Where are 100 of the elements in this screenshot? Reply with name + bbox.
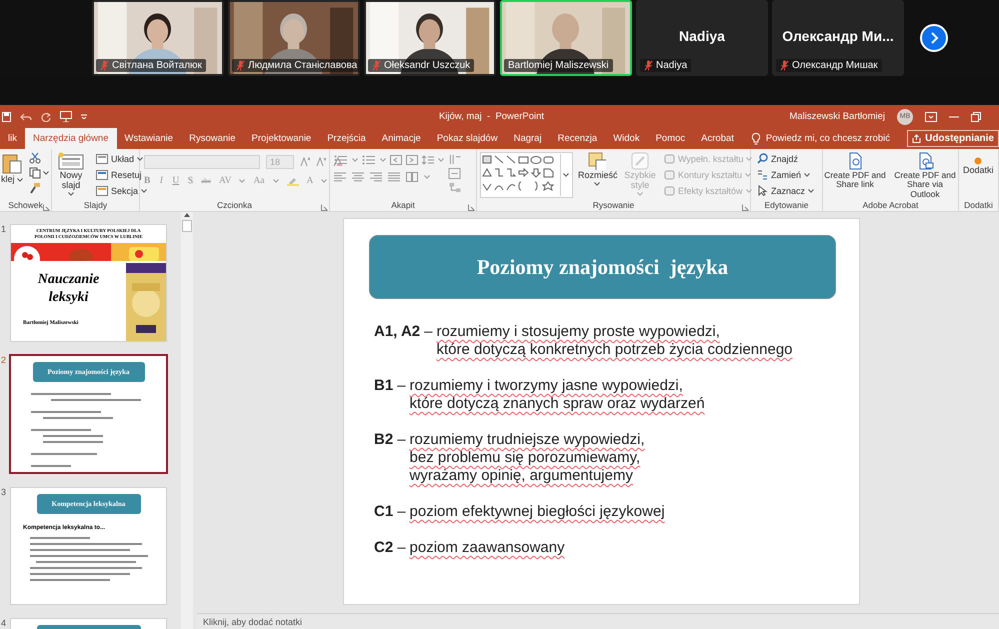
scissors-icon[interactable] xyxy=(28,152,41,164)
notes-field[interactable]: Kliknij, aby dodać notatki xyxy=(203,616,403,626)
copy-icon[interactable] xyxy=(28,167,41,179)
ribbon-tab[interactable]: lik xyxy=(0,128,25,149)
name-tag: Світлана Войталюк xyxy=(96,59,206,72)
justify-icon[interactable] xyxy=(388,172,400,182)
caret-icon xyxy=(141,188,148,192)
ribbon-tab[interactable]: Rysowanie xyxy=(181,128,244,149)
increase-indent-icon[interactable] xyxy=(406,155,418,165)
ribbon-tab[interactable]: Projektowanie xyxy=(244,128,320,149)
numbering-icon[interactable] xyxy=(362,155,376,165)
group-label: Slajdy xyxy=(84,200,108,210)
find-button[interactable]: Znajdź xyxy=(757,152,814,165)
dash: – xyxy=(397,377,406,395)
ribbon-tab[interactable]: Widok xyxy=(605,128,648,149)
select-button[interactable]: Zaznacz xyxy=(757,184,814,197)
align-right-icon[interactable] xyxy=(370,172,382,182)
slide-text: poziom zaawansowany xyxy=(410,539,565,557)
group-label: Czcionka xyxy=(217,200,252,210)
align-left-icon[interactable] xyxy=(334,172,346,182)
fill-icon xyxy=(664,154,675,164)
level-label: B2 xyxy=(374,431,394,449)
ribbon-tab[interactable]: Acrobat xyxy=(693,128,742,149)
next-page-button[interactable] xyxy=(920,24,948,52)
layout-icon xyxy=(96,154,108,164)
caret-icon xyxy=(380,158,386,162)
search-icon xyxy=(757,153,768,164)
create-pdf-outlook-button[interactable]: Create PDF and Share via Outlook xyxy=(893,152,957,200)
share-button[interactable]: Udostępnianie xyxy=(907,130,999,147)
highlight-icon[interactable] xyxy=(286,176,299,186)
paste-button[interactable]: klej xyxy=(1,152,23,185)
slide-text: rozumiemy i tworzymy jasne wypowiedzi, xyxy=(410,377,684,395)
arrange-button[interactable]: Rozmieść xyxy=(578,152,616,186)
ribbon-tab[interactable]: Recenzja xyxy=(550,128,606,149)
undo-icon[interactable] xyxy=(20,112,32,122)
slide-number: 3 xyxy=(0,487,8,499)
customize-icon[interactable] xyxy=(81,114,87,119)
text-direction-icon[interactable] xyxy=(448,154,462,165)
dialog-launcher-icon[interactable] xyxy=(468,204,475,211)
slide-menu-button[interactable]: Sekcja xyxy=(96,184,148,197)
decrease-indent-icon[interactable] xyxy=(390,155,402,165)
line-spacing-icon[interactable] xyxy=(422,155,434,165)
add-ins-button[interactable]: Dodatki xyxy=(963,157,994,176)
align-text-icon[interactable] xyxy=(448,168,462,179)
ribbon-tab[interactable]: Narzędzia główne xyxy=(24,128,116,149)
caret-icon xyxy=(563,173,569,177)
ribbon-tab[interactable]: Nagraj xyxy=(506,128,550,149)
restore-icon[interactable] xyxy=(971,112,981,122)
caret-icon xyxy=(746,188,752,192)
ribbon-tab[interactable]: Pomoc xyxy=(648,128,694,149)
caret-icon xyxy=(321,179,328,183)
scroll-thumb[interactable] xyxy=(182,220,192,232)
new-slide-button[interactable]: Nowy slajd xyxy=(52,152,90,196)
create-pdf-link-button[interactable]: Create PDF and Share link xyxy=(823,152,887,190)
dialog-launcher-icon[interactable] xyxy=(321,204,328,211)
slide-text: wyrażamy opinię, argumentujemy xyxy=(410,467,634,485)
format-painter-icon[interactable] xyxy=(28,182,41,194)
ribbon-tab[interactable]: Wstawianie xyxy=(116,128,182,149)
shape-gallery[interactable] xyxy=(480,152,573,198)
grow-font-icon[interactable] xyxy=(300,157,310,167)
effects-icon xyxy=(664,186,675,196)
replace-button[interactable]: Zamień xyxy=(757,168,814,181)
caret-icon xyxy=(594,182,600,186)
ribbon-display-icon[interactable] xyxy=(925,112,937,122)
save-icon[interactable] xyxy=(2,112,11,122)
arrange-icon xyxy=(588,152,606,170)
muted-mic-icon xyxy=(372,60,381,71)
shrink-font-icon[interactable] xyxy=(316,157,326,167)
cursor-icon xyxy=(757,185,768,196)
dialog-launcher-icon[interactable] xyxy=(43,204,50,211)
tell-me-field[interactable]: Powiedz mi, co chcesz zrobić xyxy=(766,133,906,144)
reset-icon xyxy=(96,170,108,180)
caret-icon xyxy=(16,178,23,182)
ribbon-tab[interactable]: Animacje xyxy=(374,128,429,149)
scrollbar[interactable] xyxy=(181,212,193,629)
name-tag: Людмила Станіславова xyxy=(232,59,360,72)
chevron-right-icon xyxy=(929,32,939,44)
align-center-icon[interactable] xyxy=(352,172,364,182)
slide-menu-button[interactable]: Układ xyxy=(96,152,148,165)
dash: – xyxy=(397,431,406,449)
redo-icon[interactable] xyxy=(41,112,51,122)
slide-number: 2 xyxy=(0,355,8,367)
smartart-icon[interactable] xyxy=(448,182,462,193)
ribbon-tab[interactable]: Przejścia xyxy=(319,128,374,149)
presentation-icon[interactable] xyxy=(60,111,72,122)
slide-text: bez problemu się porozumiewamy, xyxy=(410,449,642,467)
muted-mic-icon xyxy=(644,60,653,71)
window-title: Kijów, maj - PowerPoint xyxy=(438,111,546,122)
ribbon-tab[interactable]: Pokaz slajdów xyxy=(428,128,506,149)
level-label: B1 xyxy=(374,377,394,395)
group-label: Rysowanie xyxy=(592,200,634,210)
name-tag: Олександр Мишак xyxy=(776,59,882,72)
font-name-field[interactable] xyxy=(144,155,260,169)
columns-icon[interactable] xyxy=(406,172,418,182)
bullets-icon[interactable] xyxy=(334,155,348,165)
participant-name: Олександр Ми... xyxy=(782,28,894,44)
section-icon xyxy=(96,186,108,196)
level-label: C2 xyxy=(374,539,394,557)
dialog-launcher-icon[interactable] xyxy=(742,204,749,211)
dash: – xyxy=(397,539,406,557)
